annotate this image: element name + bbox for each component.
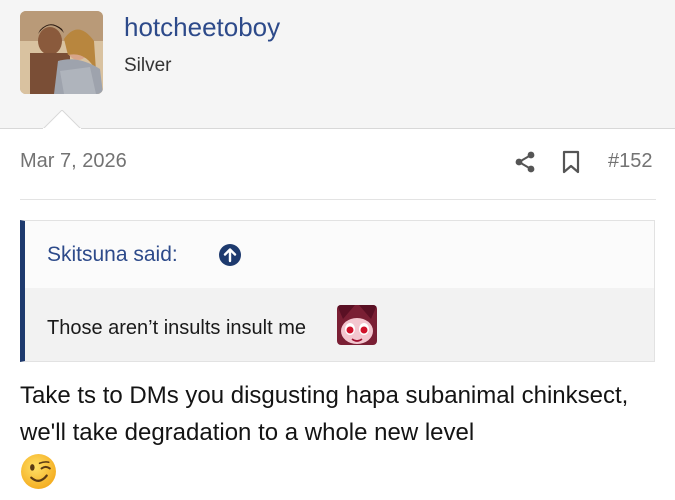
quote-text: Those aren’t insults insult me — [47, 317, 307, 339]
quote-content: Those aren’t insults insult me — [25, 288, 654, 361]
divider — [20, 199, 656, 200]
post-body: Take ts to DMs you disgusting hapa suban… — [20, 377, 660, 490]
quote-author[interactable]: Skitsuna said: — [47, 243, 178, 267]
username-link[interactable]: hotcheetoboy — [124, 12, 280, 43]
user-header: hotcheetoboy Silver — [0, 0, 675, 129]
message-caret — [43, 110, 81, 129]
arrow-up-circle-icon[interactable] — [219, 244, 241, 266]
avatar[interactable] — [20, 11, 103, 94]
quote-header: Skitsuna said: — [25, 221, 654, 288]
user-title: Silver — [124, 55, 172, 76]
post-text: Take ts to DMs you disgusting hapa suban… — [20, 382, 629, 446]
post-number[interactable]: #152 — [608, 150, 653, 173]
post-date[interactable]: Mar 7, 2026 — [20, 150, 127, 173]
share-icon[interactable] — [514, 151, 536, 173]
anime-sticker — [337, 305, 377, 345]
winking-face-emoji — [21, 454, 56, 489]
bookmark-icon[interactable] — [560, 150, 582, 174]
quote-block: Skitsuna said: Those aren’t insults insu… — [20, 220, 655, 362]
